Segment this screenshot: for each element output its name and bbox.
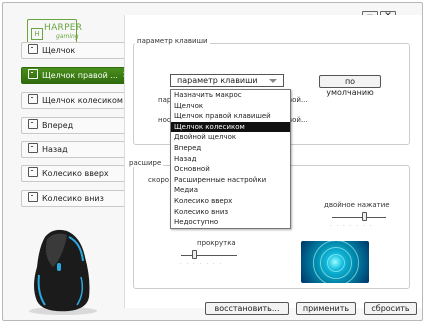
button-icon — [28, 94, 38, 104]
sidebar-item-wheel-up[interactable]: Колесико вверх — [21, 165, 125, 182]
sidebar-item-wheel-down[interactable]: Колесико вниз — [21, 190, 125, 207]
double-click-label: двойное нажатие — [324, 201, 390, 209]
sidebar-item-label: Назад — [42, 145, 68, 154]
sidebar-item-right-click[interactable]: Щелчок правой ...> — [21, 67, 135, 84]
sidebar-item-label: Вперед — [42, 121, 74, 130]
scroll-label: прокрутка — [197, 239, 236, 247]
double-click-slider-track — [332, 217, 386, 218]
menu-item-selected[interactable]: Щелчок колесиком — [171, 121, 290, 133]
ring — [313, 241, 359, 283]
menu-item[interactable]: Расширенные настройки — [171, 175, 290, 186]
sidebar-item-label: Щелчок колесиком — [42, 96, 123, 105]
chevron-down-icon — [269, 79, 277, 83]
logo-sub: gaming — [56, 33, 79, 40]
sidebar-item-wheel-click[interactable]: Щелчок колесиком — [21, 92, 125, 109]
sidebar-item-label: Колесико вниз — [42, 194, 104, 203]
button-icon — [28, 69, 38, 79]
scroll-ticks: ······· — [180, 261, 227, 267]
default-button[interactable]: по умолчанию — [319, 75, 381, 97]
sidebar-item-label: Колесико вверх — [42, 169, 109, 178]
dpi-preview-image — [301, 241, 369, 283]
menu-item[interactable]: Медиа — [171, 185, 290, 196]
reset-button[interactable]: сбросить — [364, 302, 417, 315]
speed-label: скоро — [148, 176, 170, 184]
button-icon — [28, 192, 38, 202]
menu-item[interactable]: Назначить макрос — [171, 90, 290, 101]
menu-item[interactable]: Щелчок — [171, 101, 290, 112]
button-icon — [28, 143, 38, 153]
scroll-slider[interactable] — [192, 250, 197, 259]
logo-brand: HARPER — [44, 23, 83, 33]
menu-item[interactable]: Двойной щелчок — [171, 132, 290, 143]
scroll-slider-track — [181, 255, 237, 256]
sidebar-item-click[interactable]: Щелчок — [21, 42, 125, 59]
sidebar-item-forward[interactable]: Вперед — [21, 117, 125, 134]
menu-item[interactable]: Вперед — [171, 143, 290, 154]
button-icon — [28, 167, 38, 177]
advanced-title: расшире — [127, 159, 164, 167]
menu-item[interactable]: Недоступно — [171, 217, 290, 228]
menu-item[interactable]: Щелчок правой клавишей — [171, 111, 290, 122]
dropdown-value: параметр клавиши — [177, 76, 258, 85]
double-click-slider[interactable] — [362, 212, 367, 221]
menu-item[interactable]: Колесико вниз — [171, 207, 290, 218]
double-click-ticks: ······· — [330, 223, 377, 229]
sidebar-item-back[interactable]: Назад — [21, 141, 125, 158]
key-settings-title: параметр клавиши — [135, 37, 210, 45]
mouse-image — [29, 229, 97, 315]
button-icon — [28, 119, 38, 129]
sidebar-item-label: Щелчок правой ... — [42, 71, 118, 80]
menu-item[interactable]: Назад — [171, 154, 290, 165]
logo-letter: H — [31, 28, 43, 40]
row2-label-left: нос — [158, 116, 171, 124]
sidebar-item-label: Щелчок — [42, 46, 76, 55]
button-icon — [28, 44, 38, 54]
menu-item[interactable]: Колесико вверх — [171, 196, 290, 207]
key-action-menu: Назначить макрос Щелчок Щелчок правой кл… — [170, 89, 291, 229]
menu-item[interactable]: Основной — [171, 164, 290, 175]
restore-button[interactable]: восстановить... — [205, 302, 289, 315]
apply-button[interactable]: применить — [296, 302, 356, 315]
key-action-dropdown[interactable]: параметр клавиши — [170, 74, 284, 87]
